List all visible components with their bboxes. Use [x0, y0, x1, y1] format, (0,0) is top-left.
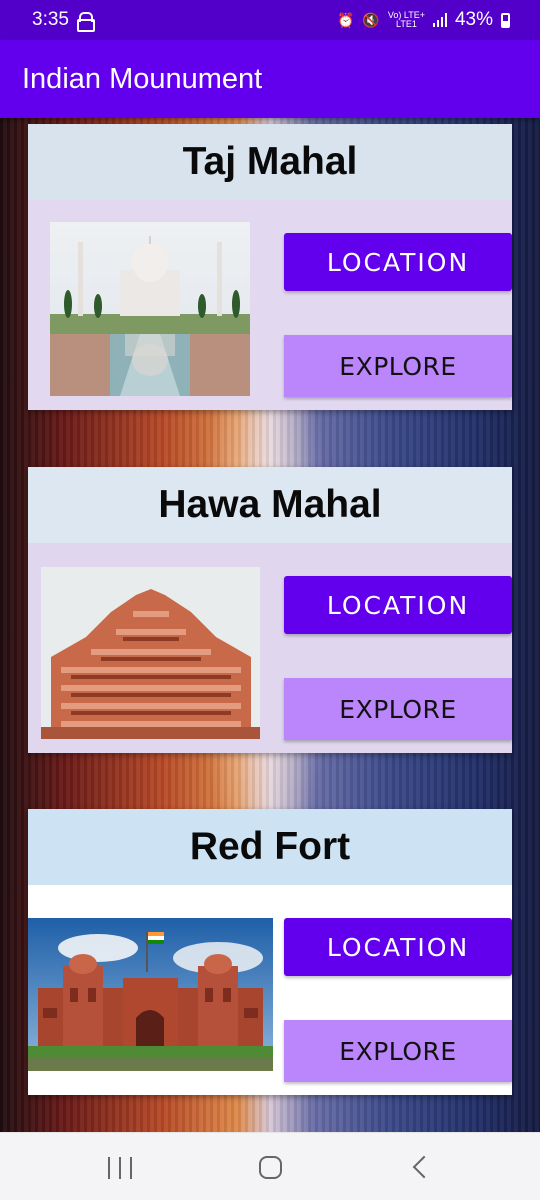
card-body: LOCATION EXPLORE	[28, 543, 512, 753]
network-indicator: Vo) LTE+ LTE1	[388, 11, 425, 29]
status-left: 3:35	[32, 9, 95, 32]
location-button[interactable]: LOCATION	[284, 576, 512, 634]
card-body: LOCATION EXPLORE	[28, 885, 512, 1095]
red-fort-photo	[28, 918, 273, 1071]
location-button[interactable]: LOCATION	[284, 233, 512, 291]
navigation-bar	[0, 1132, 540, 1200]
card-title: Hawa Mahal	[28, 467, 512, 543]
hawa-mahal-photo	[41, 567, 260, 739]
app-title: Indian Mounument	[22, 62, 263, 95]
monument-card-red-fort: Red Fort LOCATION EXPLORE	[28, 809, 512, 1095]
card-title: Taj Mahal	[28, 124, 512, 200]
explore-button[interactable]: EXPLORE	[284, 1020, 512, 1082]
monument-list[interactable]: Taj Mahal LOCATION EXPLORE Hawa Mahal LO…	[0, 118, 540, 1132]
alarm-icon: ⏰	[336, 12, 355, 28]
signal-icon	[432, 13, 447, 27]
mute-icon: 🔇	[362, 12, 380, 28]
home-icon[interactable]	[259, 1156, 282, 1179]
app-bar: Indian Mounument	[0, 40, 540, 118]
card-title: Red Fort	[28, 809, 512, 885]
battery-percent: 43%	[454, 9, 493, 30]
recent-apps-icon[interactable]	[108, 1157, 132, 1179]
monument-card-taj-mahal: Taj Mahal LOCATION EXPLORE	[28, 124, 512, 410]
network-bottom: LTE1	[395, 19, 417, 29]
monument-card-hawa-mahal: Hawa Mahal LOCATION EXPLORE	[28, 467, 512, 753]
card-body: LOCATION EXPLORE	[28, 200, 512, 410]
explore-button[interactable]: EXPLORE	[284, 678, 512, 740]
status-time: 3:35	[32, 9, 69, 30]
taj-mahal-photo	[50, 222, 250, 396]
explore-button[interactable]: EXPLORE	[284, 335, 512, 397]
back-icon[interactable]	[412, 1155, 436, 1179]
status-bar: 3:35 ⏰ 🔇 Vo) LTE+ LTE1 43%	[0, 0, 540, 40]
lock-icon	[76, 12, 95, 32]
status-right: ⏰ 🔇 Vo) LTE+ LTE1 43%	[337, 9, 510, 31]
location-button[interactable]: LOCATION	[284, 918, 512, 976]
battery-icon	[501, 12, 510, 28]
